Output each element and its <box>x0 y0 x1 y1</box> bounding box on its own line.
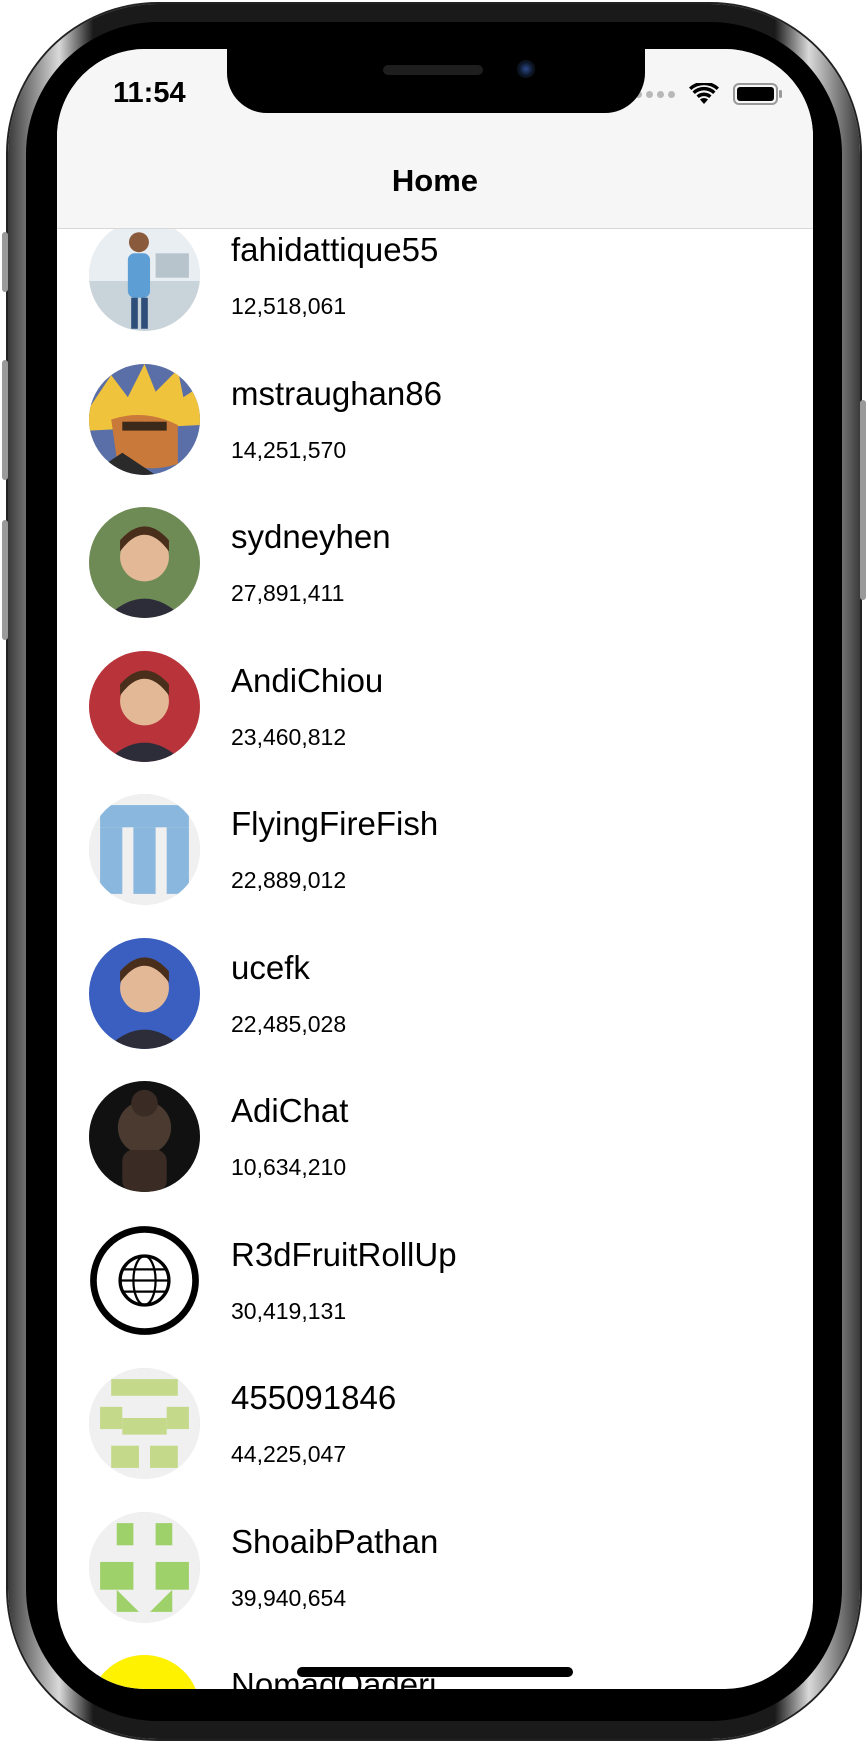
avatar <box>89 1655 200 1689</box>
list-item[interactable]: ucefk 22,485,028 <box>57 907 813 1051</box>
username: R3dFruitRollUp <box>231 1235 457 1273</box>
contribution-count: 14,251,570 <box>231 436 347 463</box>
username: 455091846 <box>231 1379 397 1416</box>
page-title: Home <box>391 163 479 198</box>
username: AndiChiou <box>231 661 384 699</box>
username: AdiChat <box>231 1092 349 1129</box>
list-item[interactable]: mstraughan86 14,251,570 <box>57 333 813 477</box>
status-icons <box>635 83 783 105</box>
avatar <box>89 650 200 762</box>
list-item[interactable]: ShoaibPathan 39,940,654 <box>57 1481 813 1625</box>
signal-icon <box>635 90 675 98</box>
list-item[interactable]: AndiChiou 23,460,812 <box>57 620 813 764</box>
username: ucefk <box>231 948 310 986</box>
list-item[interactable]: FlyingFireFish 22,889,012 <box>57 763 813 907</box>
contribution-count: 10,634,210 <box>231 1154 347 1180</box>
avatar <box>89 220 200 331</box>
avatar <box>89 1224 200 1336</box>
volume-up-button <box>2 360 8 480</box>
username: mstraughan86 <box>231 374 442 412</box>
avatar <box>89 363 200 475</box>
user-list: fahidattique55 12,518,061 mstraughan86 14,2… <box>57 189 813 1689</box>
contribution-count: 30,419,131 <box>231 1297 347 1324</box>
front-camera <box>517 60 535 78</box>
list-item[interactable]: sydneyhen 27,891,411 <box>57 476 813 620</box>
username: ShoaibPathan <box>231 1522 439 1560</box>
speaker-grille <box>383 65 483 75</box>
list-item[interactable]: NomadQaderi <box>57 1624 813 1689</box>
battery-icon <box>733 83 782 105</box>
list-item[interactable]: 455091846 44,225,047 <box>57 1337 813 1481</box>
contribution-count: 23,460,812 <box>231 723 347 750</box>
list-item[interactable]: R3dFruitRollUp 30,419,131 <box>57 1194 813 1338</box>
wifi-icon <box>689 83 719 104</box>
contribution-count: 22,889,012 <box>231 867 347 893</box>
contribution-count: 27,891,411 <box>231 580 345 606</box>
screen: fahidattique55 12,518,061 mstraughan86 14,2… <box>57 49 813 1689</box>
avatar <box>89 1511 200 1623</box>
device-notch <box>227 49 645 113</box>
home-indicator[interactable] <box>297 1667 573 1677</box>
avatar <box>89 794 200 905</box>
avatar <box>89 937 200 1049</box>
power-button <box>860 400 866 600</box>
volume-down-button <box>2 520 8 640</box>
username: fahidattique55 <box>231 231 439 268</box>
username: FlyingFireFish <box>231 805 439 842</box>
avatar <box>89 1081 200 1192</box>
avatar <box>89 507 200 618</box>
status-time: 11:54 <box>113 77 186 109</box>
contribution-count: 39,940,654 <box>231 1584 347 1611</box>
username: sydneyhen <box>231 518 391 555</box>
list-item[interactable]: AdiChat 10,634,210 <box>57 1050 813 1194</box>
contribution-count: 22,485,028 <box>231 1010 347 1037</box>
avatar <box>89 1368 200 1479</box>
mute-switch <box>2 232 8 292</box>
contribution-count: 44,225,047 <box>231 1441 347 1467</box>
contribution-count: 12,518,061 <box>231 293 347 319</box>
